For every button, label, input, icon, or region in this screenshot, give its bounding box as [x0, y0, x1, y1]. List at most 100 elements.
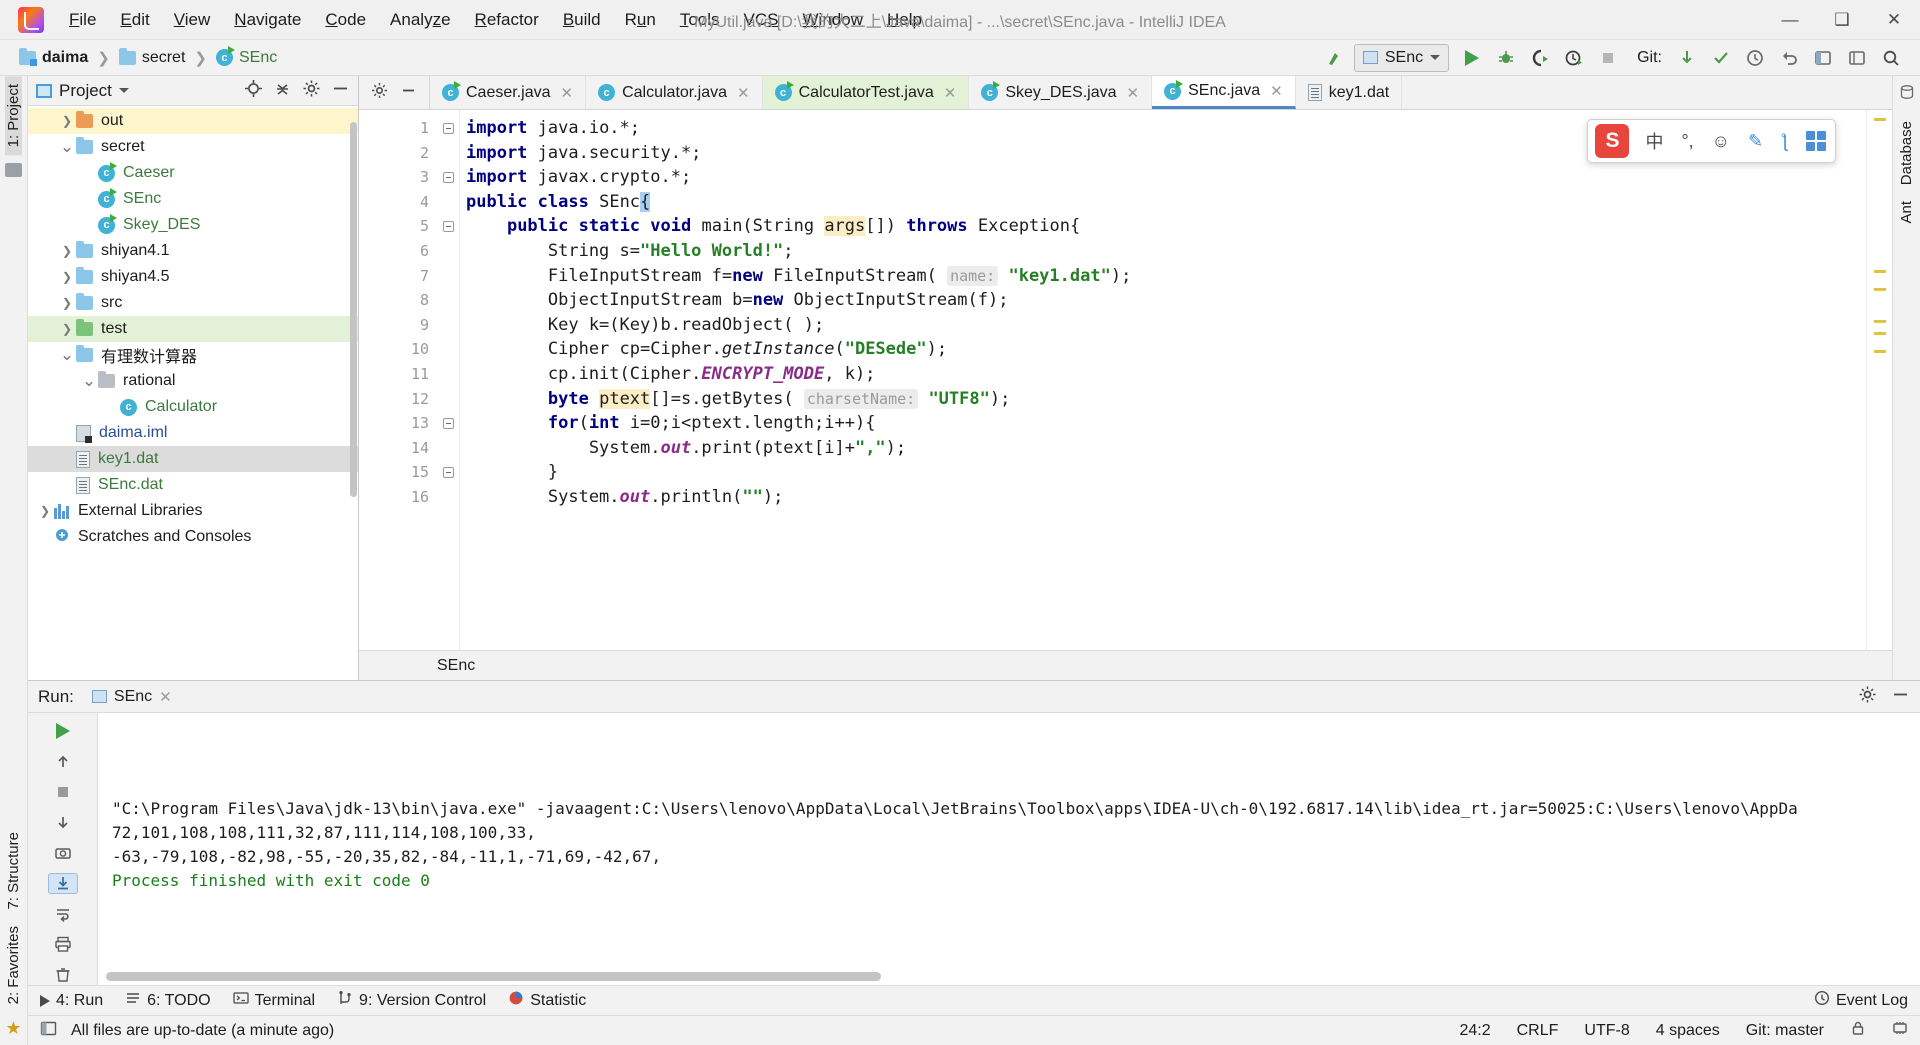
warning-marker[interactable]: [1874, 320, 1886, 323]
chevron-down-icon[interactable]: ⌄: [58, 346, 76, 363]
ime-floating-toolbar[interactable]: S 中 °, ☺ ✎ ƪ: [1587, 119, 1836, 163]
run-configuration-selector[interactable]: SEnc: [1353, 43, 1450, 72]
tree-node-skey-des[interactable]: ❯cSkey_DES: [28, 212, 358, 238]
panel-settings-icon[interactable]: [302, 79, 321, 103]
pen-icon[interactable]: ✎: [1739, 131, 1772, 152]
tree-node-senc[interactable]: ❯cSEnc: [28, 186, 358, 212]
favorites-star-icon[interactable]: ★: [5, 1012, 21, 1045]
chevron-down-icon[interactable]: ⌄: [58, 138, 76, 155]
warning-marker[interactable]: [1874, 118, 1886, 121]
minimize-button[interactable]: —: [1764, 0, 1816, 40]
menu-window[interactable]: Window: [792, 5, 874, 35]
sidebar-item-ant[interactable]: Ant: [1898, 193, 1915, 232]
chevron-right-icon[interactable]: ❯: [58, 270, 76, 284]
editor-tab-calculator-java[interactable]: c Calculator.java ✕: [586, 76, 763, 109]
code-fold-toggle-icon[interactable]: [437, 214, 459, 239]
memory-indicator-icon[interactable]: [1892, 1020, 1908, 1041]
hide-icon[interactable]: [1891, 685, 1910, 709]
file-encoding[interactable]: UTF-8: [1584, 1022, 1629, 1040]
sidebar-item-favorites[interactable]: 2: Favorites: [5, 918, 22, 1012]
warning-marker[interactable]: [1874, 350, 1886, 353]
soft-wrap-button[interactable]: [48, 904, 78, 924]
code-folding-column[interactable]: [437, 110, 459, 650]
hide-editor-tabs-icon[interactable]: [400, 82, 417, 104]
down-arrow-button[interactable]: [48, 812, 78, 832]
apps-grid-icon[interactable]: [1797, 131, 1835, 151]
warning-marker[interactable]: [1874, 332, 1886, 335]
breadcrumb-daima[interactable]: daima: [14, 47, 93, 69]
console-output[interactable]: "C:\Program Files\Java\jdk-13\bin\java.e…: [98, 713, 1920, 985]
close-icon[interactable]: ✕: [159, 688, 172, 706]
project-structure-icon[interactable]: [1808, 44, 1838, 72]
git-history-icon[interactable]: [1740, 44, 1770, 72]
tree-node-external-libraries[interactable]: ❯ External Libraries: [28, 498, 358, 524]
breadcrumb-senc[interactable]: c SEnc: [211, 46, 282, 69]
rerun-button[interactable]: [48, 721, 78, 741]
warning-marker[interactable]: [1874, 288, 1886, 291]
chevron-right-icon[interactable]: ❯: [58, 114, 76, 128]
code-fold-toggle-icon[interactable]: [437, 411, 459, 436]
sidebar-item-structure[interactable]: 7: Structure: [5, 824, 22, 918]
code-editor[interactable]: 1 2 3 4 5 6 7 8 9 10 11 12 13 14 15 16 import java.io.*…: [359, 110, 1892, 650]
stop-button[interactable]: [1593, 44, 1623, 72]
menu-code[interactable]: Code: [314, 5, 377, 35]
scroll-to-end-button[interactable]: [47, 872, 78, 894]
chinese-mode-icon[interactable]: 中: [1636, 128, 1672, 154]
menu-refactor[interactable]: Refactor: [464, 5, 550, 35]
menu-edit[interactable]: Edit: [109, 5, 160, 35]
structure-panel-icon[interactable]: [5, 163, 22, 178]
mic-icon[interactable]: ƪ: [1772, 131, 1797, 152]
locate-file-icon[interactable]: [244, 79, 263, 103]
console-horizontal-scrollbar[interactable]: [106, 972, 881, 981]
tree-node-senc-dat[interactable]: ❯SEnc.dat: [28, 472, 358, 498]
bottom-tab-statistic[interactable]: Statistic: [508, 990, 586, 1011]
bottom-tab-todo[interactable]: 6: TODO: [125, 990, 211, 1011]
tree-node-key1-dat[interactable]: ❯key1.dat: [28, 446, 358, 472]
editor-tab-skey-des-java[interactable]: c Skey_DES.java ✕: [969, 76, 1153, 109]
search-everywhere-icon[interactable]: [1320, 44, 1350, 72]
tree-node-rational[interactable]: ⌄ rational: [28, 368, 358, 394]
screenshot-button[interactable]: [48, 843, 78, 863]
chevron-down-icon[interactable]: ⌄: [80, 372, 98, 389]
sidebar-item-database[interactable]: Database: [1898, 113, 1915, 193]
editor-marker-strip[interactable]: [1866, 110, 1892, 650]
debug-button[interactable]: [1491, 44, 1521, 72]
git-branch[interactable]: Git: master: [1746, 1022, 1824, 1040]
close-tab-icon[interactable]: ✕: [944, 84, 957, 102]
close-tab-icon[interactable]: ✕: [1270, 82, 1283, 100]
tab-settings-icon[interactable]: [371, 82, 388, 104]
clear-all-button[interactable]: [48, 965, 78, 985]
stop-button[interactable]: [48, 782, 78, 802]
editor-gutter[interactable]: 1 2 3 4 5 6 7 8 9 10 11 12 13 14 15 16: [359, 110, 455, 650]
line-separator[interactable]: CRLF: [1517, 1022, 1559, 1040]
emoji-icon[interactable]: ☺: [1703, 131, 1739, 152]
tree-node-src[interactable]: ❯ src: [28, 290, 358, 316]
indent-setting[interactable]: 4 spaces: [1656, 1022, 1720, 1040]
run-tab-senc[interactable]: SEnc ✕: [84, 685, 180, 709]
project-tree-scrollbar[interactable]: [350, 122, 357, 497]
code-fold-toggle-icon[interactable]: [437, 116, 459, 141]
git-update-icon[interactable]: [1672, 44, 1702, 72]
lock-icon[interactable]: [1850, 1020, 1866, 1041]
close-button[interactable]: ✕: [1868, 0, 1920, 40]
database-panel-icon[interactable]: [1899, 76, 1915, 113]
git-commit-icon[interactable]: [1706, 44, 1736, 72]
bottom-tab-version-control[interactable]: 9: Version Control: [337, 990, 486, 1011]
collapse-all-icon[interactable]: [273, 79, 292, 103]
close-tab-icon[interactable]: ✕: [1127, 84, 1140, 102]
editor-tab-calculatortest-java[interactable]: c CalculatorTest.java ✕: [762, 76, 970, 109]
tree-node-test[interactable]: ❯ test: [28, 316, 358, 342]
punctuation-icon[interactable]: °,: [1672, 131, 1702, 152]
tree-node-secret[interactable]: ⌄ secret: [28, 134, 358, 160]
caret-position[interactable]: 24:2: [1459, 1022, 1490, 1040]
bottom-tab-terminal[interactable]: Terminal: [232, 990, 315, 1011]
tree-node-shiyan4-1[interactable]: ❯ shiyan4.1: [28, 238, 358, 264]
editor-tab-caeser-java[interactable]: c Caeser.java ✕: [430, 76, 587, 109]
chevron-right-icon[interactable]: ❯: [58, 322, 76, 336]
editor-tab-key1-dat[interactable]: key1.dat: [1296, 76, 1403, 109]
menu-file[interactable]: File: [58, 5, 107, 35]
tree-node-caeser[interactable]: ❯cCaeser: [28, 160, 358, 186]
up-arrow-button[interactable]: [48, 751, 78, 771]
maximize-button[interactable]: ❑: [1816, 0, 1868, 40]
code-fold-toggle-icon[interactable]: [437, 460, 459, 485]
